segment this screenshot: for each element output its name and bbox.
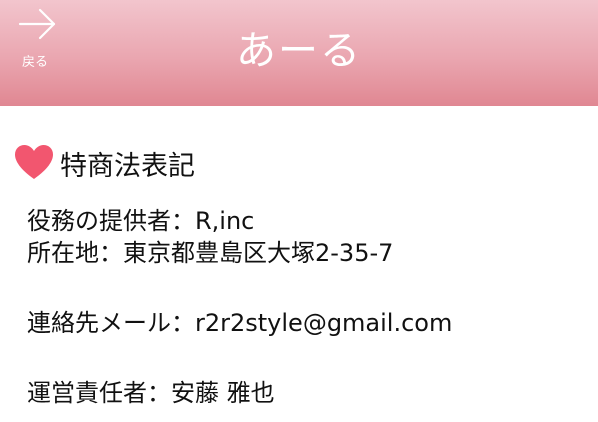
service-provider-text: 役務の提供者：R,inc (27, 207, 255, 235)
address-text: 所在地：東京都豊島区大塚2-35-7 (27, 239, 394, 267)
page-title: あーる (236, 28, 362, 74)
app-header: 戻る あーる (0, 0, 598, 106)
section-title: 特商法表記 (60, 150, 195, 182)
section-heading: 特商法表記 (14, 143, 195, 183)
legal-info: 役務の提供者：R,inc 所在地：東京都豊島区大塚2-35-7 連絡先メール：r… (27, 205, 587, 409)
heart-icon (15, 145, 53, 179)
manager-text: 運営責任者：安藤 雅也 (27, 379, 275, 407)
email-text: 連絡先メール：r2r2style@gmail.com (27, 309, 453, 337)
